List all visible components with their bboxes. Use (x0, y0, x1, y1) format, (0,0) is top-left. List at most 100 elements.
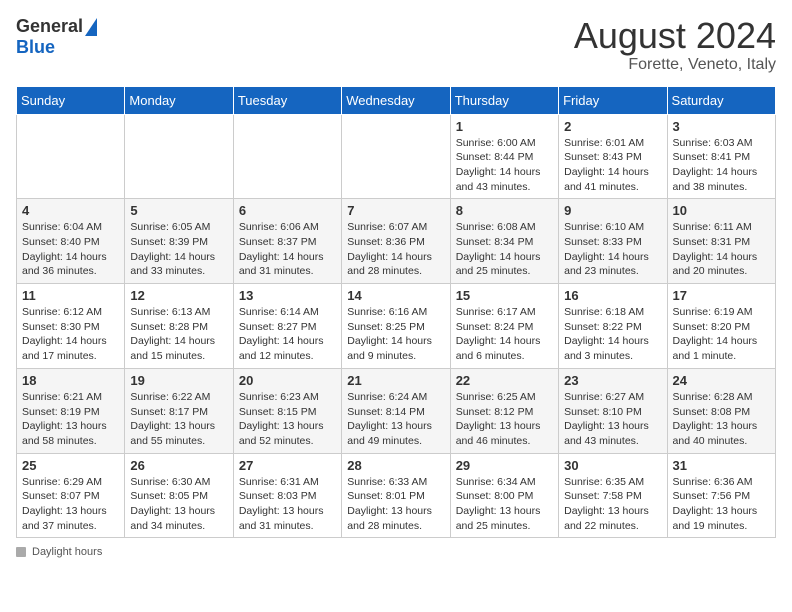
day-number: 1 (456, 119, 553, 134)
calendar-cell: 19 Sunrise: 6:22 AM Sunset: 8:17 PM Dayli… (125, 368, 233, 453)
calendar-cell: 10 Sunrise: 6:11 AM Sunset: 8:31 PM Dayli… (667, 199, 775, 284)
day-info: Sunrise: 6:35 AM Sunset: 7:58 PM Dayligh… (564, 475, 661, 534)
calendar-week-row: 11Sunrise: 6:12 AM Sunset: 8:30 PM Dayli… (17, 284, 776, 369)
weekday-header-monday: Monday (125, 86, 233, 114)
day-number: 29 (456, 458, 553, 473)
day-number: 5 (130, 203, 227, 218)
day-info: Sunrise: 6:06 AM Sunset: 8:37 PM Dayligh… (239, 220, 336, 279)
logo-triangle-icon (85, 18, 97, 36)
calendar-cell: 7 Sunrise: 6:07 AM Sunset: 8:36 PM Daylig… (342, 199, 450, 284)
logo: GeneralBlue (16, 16, 97, 58)
day-number: 10 (673, 203, 770, 218)
day-number: 11 (22, 288, 119, 303)
day-number: 3 (673, 119, 770, 134)
calendar-cell: 26Sunrise: 6:30 AM Sunset: 8:05 PM Dayli… (125, 453, 233, 538)
day-info: Sunrise: 6:31 AM Sunset: 8:03 PM Dayligh… (239, 475, 336, 534)
calendar-cell: 14 Sunrise: 6:16 AM Sunset: 8:25 PM Dayli… (342, 284, 450, 369)
day-number: 17 (673, 288, 770, 303)
weekday-header-saturday: Saturday (667, 86, 775, 114)
weekday-header-wednesday: Wednesday (342, 86, 450, 114)
page-header: GeneralBlue August 2024 Forette, Veneto,… (16, 16, 776, 74)
day-info: Sunrise: 6:01 AM Sunset: 8:43 PM Dayligh… (564, 136, 661, 195)
day-number: 7 (347, 203, 444, 218)
day-info: Sunrise: 6:24 AM Sunset: 8:14 PM Dayligh… (347, 390, 444, 449)
calendar-cell: 31 Sunrise: 6:36 AM Sunset: 7:56 PM Dayli… (667, 453, 775, 538)
day-info: Sunrise: 6:07 AM Sunset: 8:36 PM Dayligh… (347, 220, 444, 279)
day-number: 24 (673, 373, 770, 388)
day-info: Sunrise: 6:08 AM Sunset: 8:34 PM Dayligh… (456, 220, 553, 279)
day-info: Sunrise: 6:22 AM Sunset: 8:17 PM Dayligh… (130, 390, 227, 449)
day-info: Sunrise: 6:05 AM Sunset: 8:39 PM Dayligh… (130, 220, 227, 279)
calendar-week-row: 1 Sunrise: 6:00 AM Sunset: 8:44 PM Daylig… (17, 114, 776, 199)
weekday-header-sunday: Sunday (17, 86, 125, 114)
day-number: 6 (239, 203, 336, 218)
day-info: Sunrise: 6:36 AM Sunset: 7:56 PM Dayligh… (673, 475, 770, 534)
calendar-cell: 4Sunrise: 6:04 AM Sunset: 8:40 PM Daylig… (17, 199, 125, 284)
day-number: 13 (239, 288, 336, 303)
calendar-cell: 24 Sunrise: 6:28 AM Sunset: 8:08 PM Dayli… (667, 368, 775, 453)
day-info: Sunrise: 6:11 AM Sunset: 8:31 PM Dayligh… (673, 220, 770, 279)
calendar-cell: 9 Sunrise: 6:10 AM Sunset: 8:33 PM Daylig… (559, 199, 667, 284)
calendar-cell: 17Sunrise: 6:19 AM Sunset: 8:20 PM Dayli… (667, 284, 775, 369)
day-info: Sunrise: 6:13 AM Sunset: 8:28 PM Dayligh… (130, 305, 227, 364)
day-number: 14 (347, 288, 444, 303)
calendar-cell: 2 Sunrise: 6:01 AM Sunset: 8:43 PM Daylig… (559, 114, 667, 199)
calendar-week-row: 25 Sunrise: 6:29 AM Sunset: 8:07 PM Dayli… (17, 453, 776, 538)
day-number: 19 (130, 373, 227, 388)
calendar-cell (233, 114, 341, 199)
day-number: 31 (673, 458, 770, 473)
calendar-cell: 23 Sunrise: 6:27 AM Sunset: 8:10 PM Dayli… (559, 368, 667, 453)
day-info: Sunrise: 6:28 AM Sunset: 8:08 PM Dayligh… (673, 390, 770, 449)
day-number: 2 (564, 119, 661, 134)
day-number: 12 (130, 288, 227, 303)
day-number: 9 (564, 203, 661, 218)
day-number: 16 (564, 288, 661, 303)
calendar-cell: 13 Sunrise: 6:14 AM Sunset: 8:27 PM Dayli… (233, 284, 341, 369)
calendar-week-row: 18Sunrise: 6:21 AM Sunset: 8:19 PM Dayli… (17, 368, 776, 453)
title-block: August 2024 Forette, Veneto, Italy (574, 16, 776, 74)
day-info: Sunrise: 6:23 AM Sunset: 8:15 PM Dayligh… (239, 390, 336, 449)
calendar-cell: 15Sunrise: 6:17 AM Sunset: 8:24 PM Dayli… (450, 284, 558, 369)
footer-dot-icon (16, 547, 26, 557)
calendar-cell (17, 114, 125, 199)
calendar-cell: 12 Sunrise: 6:13 AM Sunset: 8:28 PM Dayli… (125, 284, 233, 369)
calendar-cell: 5 Sunrise: 6:05 AM Sunset: 8:39 PM Daylig… (125, 199, 233, 284)
day-info: Sunrise: 6:33 AM Sunset: 8:01 PM Dayligh… (347, 475, 444, 534)
day-info: Sunrise: 6:10 AM Sunset: 8:33 PM Dayligh… (564, 220, 661, 279)
day-info: Sunrise: 6:29 AM Sunset: 8:07 PM Dayligh… (22, 475, 119, 534)
calendar-cell: 27 Sunrise: 6:31 AM Sunset: 8:03 PM Dayli… (233, 453, 341, 538)
logo-blue-text: Blue (16, 37, 55, 58)
day-info: Sunrise: 6:17 AM Sunset: 8:24 PM Dayligh… (456, 305, 553, 364)
day-info: Sunrise: 6:27 AM Sunset: 8:10 PM Dayligh… (564, 390, 661, 449)
calendar-cell: 3 Sunrise: 6:03 AM Sunset: 8:41 PM Daylig… (667, 114, 775, 199)
day-info: Sunrise: 6:00 AM Sunset: 8:44 PM Dayligh… (456, 136, 553, 195)
calendar-cell: 20Sunrise: 6:23 AM Sunset: 8:15 PM Dayli… (233, 368, 341, 453)
day-number: 22 (456, 373, 553, 388)
calendar-cell: 28 Sunrise: 6:33 AM Sunset: 8:01 PM Dayli… (342, 453, 450, 538)
day-number: 23 (564, 373, 661, 388)
footer: Daylight hours (16, 546, 776, 558)
day-number: 21 (347, 373, 444, 388)
weekday-header-thursday: Thursday (450, 86, 558, 114)
day-number: 18 (22, 373, 119, 388)
logo-general-text: General (16, 16, 83, 37)
day-number: 27 (239, 458, 336, 473)
calendar-cell: 25 Sunrise: 6:29 AM Sunset: 8:07 PM Dayli… (17, 453, 125, 538)
calendar-cell: 18Sunrise: 6:21 AM Sunset: 8:19 PM Dayli… (17, 368, 125, 453)
location-subtitle: Forette, Veneto, Italy (574, 56, 776, 74)
day-info: Sunrise: 6:16 AM Sunset: 8:25 PM Dayligh… (347, 305, 444, 364)
calendar-cell: 1 Sunrise: 6:00 AM Sunset: 8:44 PM Daylig… (450, 114, 558, 199)
day-info: Sunrise: 6:03 AM Sunset: 8:41 PM Dayligh… (673, 136, 770, 195)
weekday-header-friday: Friday (559, 86, 667, 114)
calendar-cell (125, 114, 233, 199)
day-number: 28 (347, 458, 444, 473)
calendar-cell: 11Sunrise: 6:12 AM Sunset: 8:30 PM Dayli… (17, 284, 125, 369)
day-number: 25 (22, 458, 119, 473)
weekday-header-tuesday: Tuesday (233, 86, 341, 114)
day-info: Sunrise: 6:14 AM Sunset: 8:27 PM Dayligh… (239, 305, 336, 364)
day-info: Sunrise: 6:25 AM Sunset: 8:12 PM Dayligh… (456, 390, 553, 449)
calendar-cell: 8Sunrise: 6:08 AM Sunset: 8:34 PM Daylig… (450, 199, 558, 284)
calendar-cell: 21 Sunrise: 6:24 AM Sunset: 8:14 PM Dayli… (342, 368, 450, 453)
footer-label: Daylight hours (32, 546, 102, 558)
day-info: Sunrise: 6:30 AM Sunset: 8:05 PM Dayligh… (130, 475, 227, 534)
